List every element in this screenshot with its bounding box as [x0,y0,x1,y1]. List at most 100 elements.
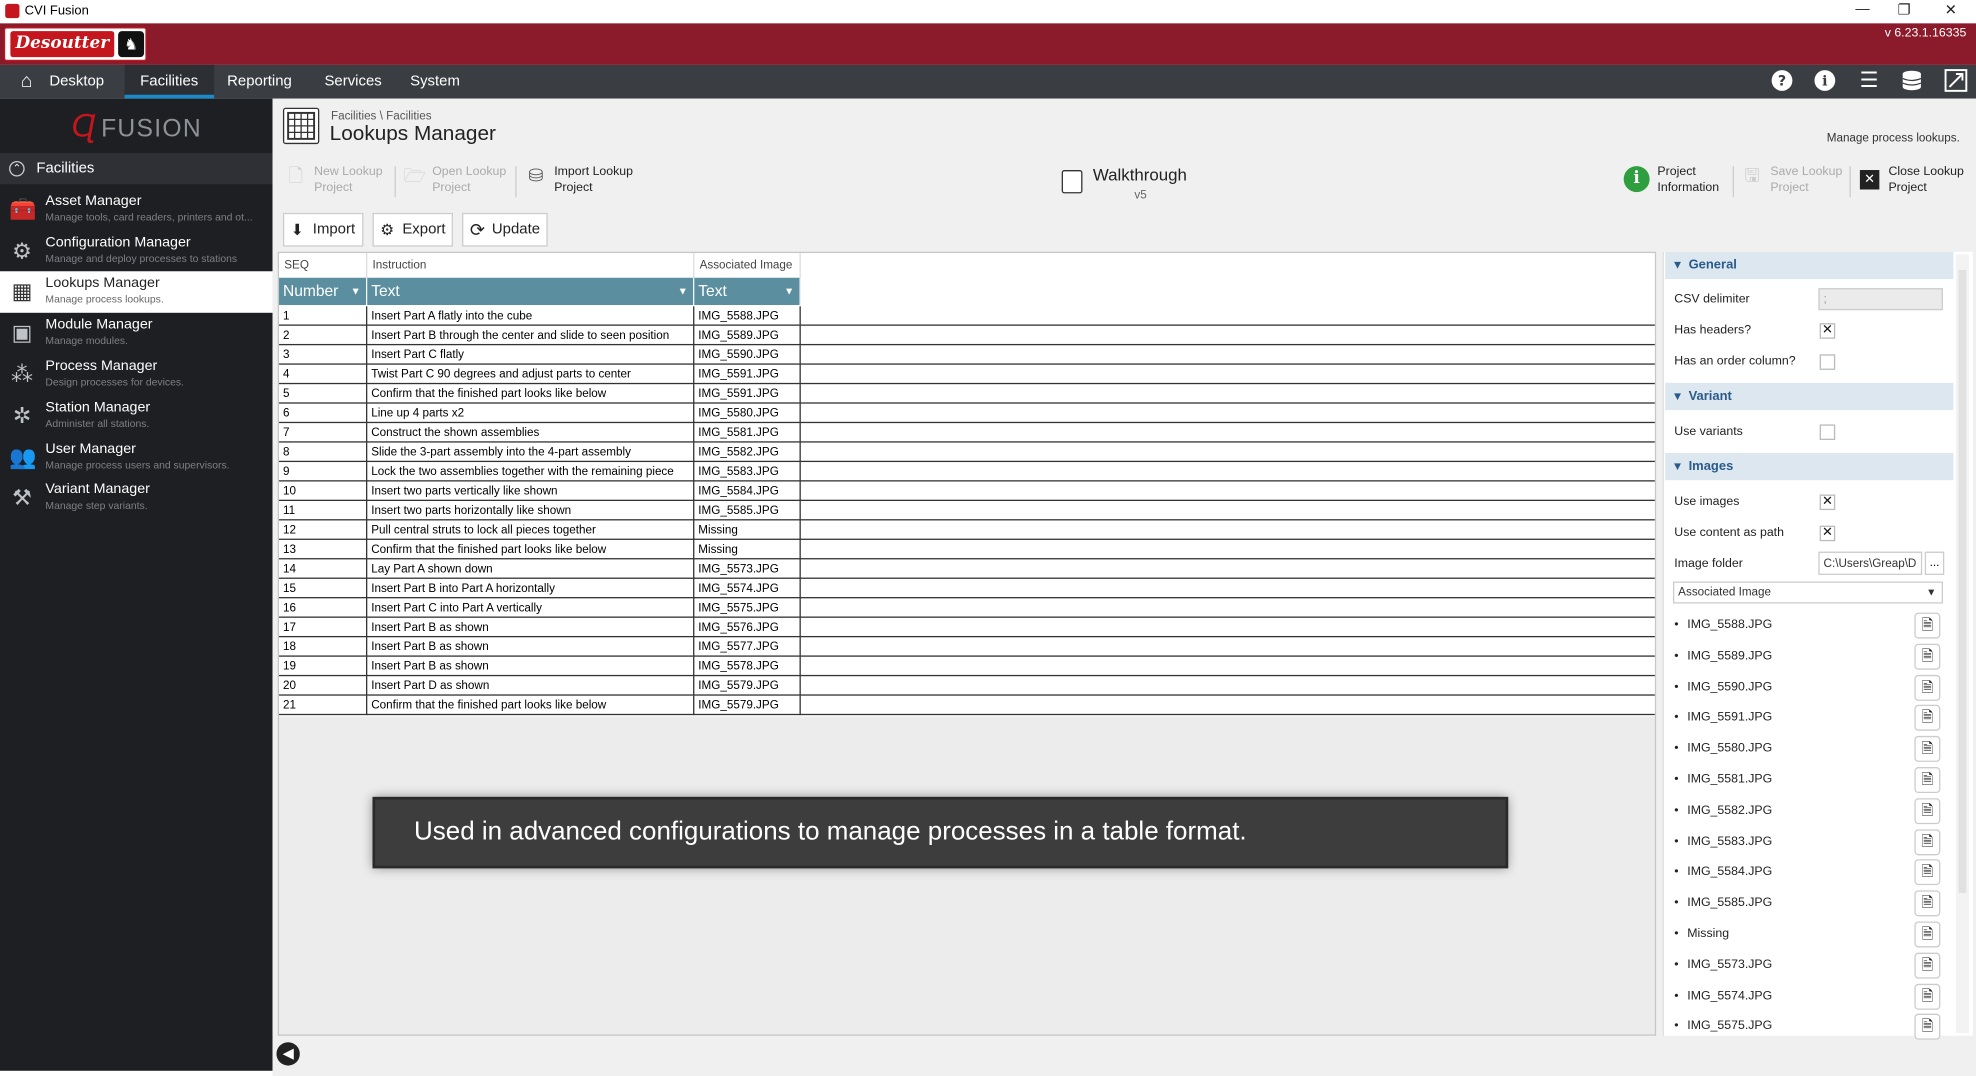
cell-instruction[interactable]: Construct the shown assemblies [367,423,695,443]
cell-number[interactable]: 3 [279,345,368,365]
file-icon[interactable]: 🗎 [1914,921,1941,948]
table-row[interactable]: 7 Construct the shown assemblies IMG_5581.… [279,423,1655,443]
cell-instruction[interactable]: Confirm that the finished part looks lik… [367,695,695,716]
cell-instruction[interactable]: Slide the 3-part assembly into the 4-par… [367,442,695,463]
table-row[interactable]: 15 Insert Part B into Part A horizontally… [279,578,1655,599]
table-row[interactable]: 17 Insert Part B as shown IMG_5576.JPG [279,617,1655,638]
file-icon[interactable]: 🗎 [1914,797,1941,824]
help-icon[interactable]: ? [1769,69,1795,95]
cell-image[interactable]: IMG_5579.JPG [694,676,801,696]
cell-number[interactable]: 1 [279,306,368,326]
sidebar-item-user-manager[interactable]: 👥 User Manager Manage process users and … [0,437,273,479]
cell-instruction[interactable]: Twist Part C 90 degrees and adjust parts… [367,364,695,385]
image-folder-input[interactable]: C:\Users\Greap\D [1818,551,1923,575]
cell-instruction[interactable]: Insert Part B as shown [367,617,695,638]
cell-image[interactable]: IMG_5577.JPG [694,637,801,657]
cell-instruction[interactable]: Insert Part C into Part A vertically [367,598,695,618]
cell-image[interactable]: IMG_5579.JPG [694,695,801,716]
table-row[interactable]: 21 Confirm that the finished part looks l… [279,695,1655,716]
sidebar-item-station-manager[interactable]: ✲ Station Manager Administer all station… [0,396,273,438]
menu-desktop[interactable]: ⌂ Desktop [8,65,120,99]
cell-number[interactable]: 12 [279,520,368,540]
file-icon[interactable]: 🗎 [1914,674,1941,701]
cell-image[interactable]: IMG_5588.JPG [694,306,801,326]
cell-number[interactable]: 7 [279,423,368,443]
cell-instruction[interactable]: Insert Part B into Part A horizontally [367,578,695,599]
file-icon[interactable]: 🗎 [1914,705,1941,732]
cell-instruction[interactable]: Insert Part B as shown [367,637,695,657]
has-headers-checkbox[interactable]: ✕ [1819,323,1836,339]
cell-instruction[interactable]: Line up 4 parts x2 [367,403,695,424]
cell-image[interactable]: IMG_5573.JPG [694,559,801,579]
file-icon[interactable]: 🗎 [1914,828,1941,855]
table-row[interactable]: 19 Insert Part B as shown IMG_5578.JPG [279,656,1655,677]
cell-number[interactable]: 8 [279,442,368,463]
cell-instruction[interactable]: Insert two parts horizontally like shown [367,500,695,521]
cell-image[interactable]: Missing [694,520,801,540]
cell-instruction[interactable]: Lock the two assemblies together with th… [367,462,695,482]
cell-number[interactable]: 9 [279,462,368,482]
cell-instruction[interactable]: Insert Part D as shown [367,676,695,696]
table-row[interactable]: 16 Insert Part C into Part A vertically IM… [279,598,1655,618]
hamburger-menu-icon[interactable]: ☰ [1856,69,1882,95]
table-row[interactable]: 4 Twist Part C 90 degrees and adjust part… [279,364,1655,385]
cell-image[interactable]: IMG_5576.JPG [694,617,801,638]
cell-number[interactable]: 19 [279,656,368,677]
cell-image[interactable]: IMG_5585.JPG [694,500,801,521]
cell-number[interactable]: 5 [279,384,368,404]
table-row[interactable]: 6 Line up 4 parts x2 IMG_5580.JPG [279,403,1655,424]
cell-instruction[interactable]: Insert two parts vertically like shown [367,481,695,501]
cell-number[interactable]: 4 [279,364,368,385]
cell-image[interactable]: Missing [694,539,801,560]
table-row[interactable]: 1 Insert Part A flatly into the cube IMG_5… [279,306,1655,326]
table-row[interactable]: 10 Insert two parts vertically like shown… [279,481,1655,501]
cell-number[interactable]: 13 [279,539,368,560]
cell-instruction[interactable]: Confirm that the finished part looks lik… [367,384,695,404]
cell-instruction[interactable]: Insert Part B as shown [367,656,695,677]
properties-scrollbar[interactable] [1955,254,1969,1034]
cell-image[interactable]: IMG_5591.JPG [694,384,801,404]
use-variants-checkbox[interactable] [1819,424,1836,440]
filter-dropdown-icon[interactable]: ▼ [784,278,794,305]
use-images-checkbox[interactable]: ✕ [1819,494,1836,511]
has-order-column-checkbox[interactable] [1819,354,1836,370]
sidebar-item-lookups-manager[interactable]: ▦ Lookups Manager Manage process lookups… [0,271,273,313]
table-row[interactable]: 12 Pull central struts to lock all pieces… [279,520,1655,540]
cell-number[interactable]: 11 [279,500,368,521]
close-window-button[interactable]: ✕ [1931,1,1970,19]
column-header-image-text[interactable]: Text ▼ [694,277,801,306]
table-row[interactable]: 2 Insert Part B through the center and sl… [279,325,1655,346]
cell-number[interactable]: 16 [279,598,368,618]
section-images[interactable]: ▼ Images [1665,452,1954,481]
table-row[interactable]: 5 Confirm that the finished part looks li… [279,384,1655,404]
database-icon[interactable] [1899,69,1925,95]
section-variant[interactable]: ▼ Variant [1665,382,1954,411]
file-icon[interactable]: 🗎 [1914,859,1941,886]
sidebar-item-module-manager[interactable]: ▣ Module Manager Manage modules. [0,313,273,355]
cell-instruction[interactable]: Pull central struts to lock all pieces t… [367,520,695,540]
table-row[interactable]: 9 Lock the two assemblies together with t… [279,462,1655,482]
section-general[interactable]: ▼ General [1665,251,1954,280]
table-row[interactable]: 14 Lay Part A shown down IMG_5573.JPG [279,559,1655,579]
cell-instruction[interactable]: Insert Part A flatly into the cube [367,306,695,326]
cell-number[interactable]: 18 [279,637,368,657]
file-icon[interactable]: 🗎 [1914,612,1941,639]
cell-image[interactable]: IMG_5581.JPG [694,423,801,443]
cell-number[interactable]: 2 [279,325,368,346]
cell-number[interactable]: 20 [279,676,368,696]
sidebar-section-facilities[interactable]: ⌃ Facilities [0,153,273,185]
cell-image[interactable]: IMG_5583.JPG [694,462,801,482]
cell-image[interactable]: IMG_5591.JPG [694,364,801,385]
cell-number[interactable]: 17 [279,617,368,638]
sidebar-item-asset-manager[interactable]: 🧰 Asset Manager Manage tools, card reade… [0,189,273,231]
table-row[interactable]: 3 Insert Part C flatly IMG_5590.JPG [279,345,1655,365]
cell-instruction[interactable]: Lay Part A shown down [367,559,695,579]
cell-number[interactable]: 14 [279,559,368,579]
cell-instruction[interactable]: Confirm that the finished part looks lik… [367,539,695,560]
cell-image[interactable]: IMG_5590.JPG [694,345,801,365]
cell-image[interactable]: IMG_5575.JPG [694,598,801,618]
cell-number[interactable]: 21 [279,695,368,716]
restore-button[interactable]: ❐ [1885,1,1924,19]
update-button[interactable]: ⟳ Update [462,212,548,247]
menu-facilities[interactable]: Facilities [124,64,214,99]
